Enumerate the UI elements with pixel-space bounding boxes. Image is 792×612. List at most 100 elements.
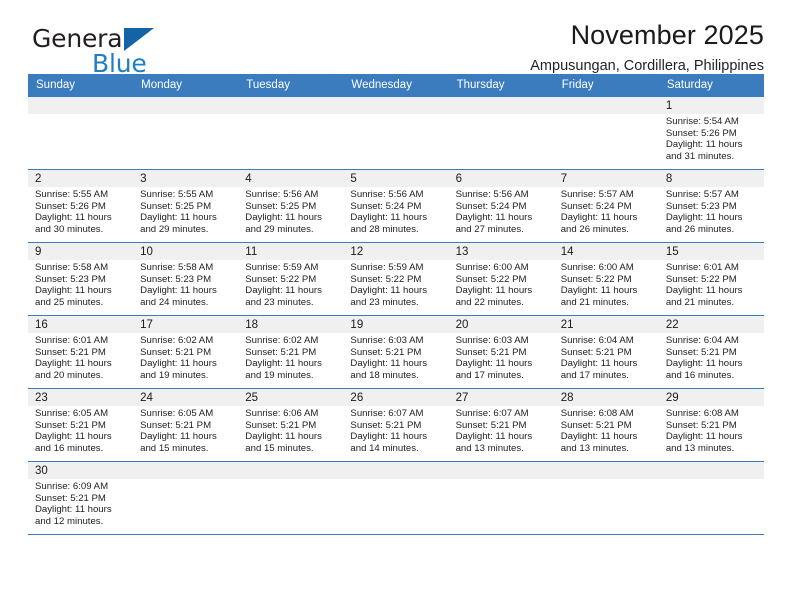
day-cell-inner: 12 Sunrise: 5:59 AM Sunset: 5:22 PM Dayligh… xyxy=(343,243,449,315)
daylight-duration-line2: and 12 minutes. xyxy=(35,515,104,527)
day-number: 6 xyxy=(448,170,554,187)
daylight-duration-line1: Daylight: 11 hours xyxy=(245,285,322,297)
calendar-cell-empty xyxy=(28,96,134,170)
logo-triangle-icon xyxy=(124,28,154,51)
day-number xyxy=(553,97,659,114)
calendar-day-cell[interactable]: 28 Sunrise: 6:08 AM Sunset: 5:21 PM Dayligh… xyxy=(553,388,659,462)
day-number: 4 xyxy=(238,170,344,187)
daylight-duration-line1: Daylight: 11 hours xyxy=(245,212,322,224)
day-cell-inner: 26 Sunrise: 6:07 AM Sunset: 5:21 PM Dayligh… xyxy=(343,389,449,461)
calendar-day-cell[interactable]: 21 Sunrise: 6:04 AM Sunset: 5:21 PM Dayligh… xyxy=(553,315,659,389)
calendar-day-cell[interactable]: 3 Sunrise: 5:55 AM Sunset: 5:25 PM Daylight… xyxy=(133,169,239,243)
day-number: 7 xyxy=(553,170,659,187)
day-cell-inner: 21 Sunrise: 6:04 AM Sunset: 5:21 PM Dayligh… xyxy=(553,316,659,388)
weekday-header-tuesday: Tuesday xyxy=(238,74,344,97)
day-cell-details xyxy=(28,114,133,116)
daylight-duration-line1: Daylight: 11 hours xyxy=(455,285,533,297)
calendar-day-cell[interactable]: 1 Sunrise: 5:54 AM Sunset: 5:26 PM Daylight… xyxy=(658,96,764,170)
day-cell-details xyxy=(238,479,343,481)
day-number xyxy=(238,97,344,114)
daylight-duration-line1: Daylight: 11 hours xyxy=(560,431,638,443)
sunrise-time: Sunrise: 6:03 AM xyxy=(350,335,424,346)
daylight-duration-line1: Daylight: 11 hours xyxy=(665,358,743,370)
calendar-day-cell[interactable]: 9 Sunrise: 5:58 AM Sunset: 5:23 PM Daylight… xyxy=(28,242,134,316)
day-number: 19 xyxy=(343,316,449,333)
day-number xyxy=(238,462,344,479)
calendar-day-cell[interactable]: 12 Sunrise: 5:59 AM Sunset: 5:22 PM Dayligh… xyxy=(343,242,449,316)
day-number xyxy=(343,97,449,114)
calendar-day-cell[interactable]: 17 Sunrise: 6:02 AM Sunset: 5:21 PM Dayligh… xyxy=(133,315,239,389)
calendar-day-cell[interactable]: 10 Sunrise: 5:58 AM Sunset: 5:23 PM Dayligh… xyxy=(133,242,239,316)
day-number: 13 xyxy=(448,243,554,260)
sunrise-time: Sunrise: 6:01 AM xyxy=(35,335,109,346)
day-cell-details: Sunrise: 6:09 AM Sunset: 5:21 PM Daylight:… xyxy=(28,479,133,527)
calendar-day-cell[interactable]: 7 Sunrise: 5:57 AM Sunset: 5:24 PM Daylight… xyxy=(553,169,659,243)
day-number: 25 xyxy=(238,389,344,406)
day-number xyxy=(658,462,764,479)
calendar-cell-empty xyxy=(658,461,764,535)
day-cell-details: Sunrise: 6:02 AM Sunset: 5:21 PM Daylight:… xyxy=(238,333,343,381)
daylight-duration-line1: Daylight: 11 hours xyxy=(665,139,743,151)
daylight-duration-line1: Daylight: 11 hours xyxy=(140,212,217,224)
day-cell-details: Sunrise: 6:08 AM Sunset: 5:21 PM Daylight:… xyxy=(659,406,764,454)
daylight-duration-line1: Daylight: 11 hours xyxy=(560,212,638,224)
page-subtitle: Ampusungan, Cordillera, Philippines xyxy=(530,58,764,74)
day-number: 5 xyxy=(343,170,449,187)
day-cell-inner xyxy=(238,462,344,534)
calendar-day-cell[interactable]: 15 Sunrise: 6:01 AM Sunset: 5:22 PM Dayligh… xyxy=(658,242,764,316)
calendar-day-cell[interactable]: 16 Sunrise: 6:01 AM Sunset: 5:21 PM Dayligh… xyxy=(28,315,134,389)
sunset-time: Sunset: 5:21 PM xyxy=(455,346,527,358)
day-cell-details: Sunrise: 6:00 AM Sunset: 5:22 PM Daylight:… xyxy=(449,260,554,308)
day-number: 10 xyxy=(133,243,239,260)
sunrise-time: Sunrise: 6:02 AM xyxy=(140,335,214,346)
sunrise-time: Sunrise: 5:57 AM xyxy=(560,189,634,200)
day-cell-details: Sunrise: 6:03 AM Sunset: 5:21 PM Daylight:… xyxy=(343,333,448,381)
sunset-time: Sunset: 5:21 PM xyxy=(35,492,106,504)
calendar-day-cell[interactable]: 27 Sunrise: 6:07 AM Sunset: 5:21 PM Dayligh… xyxy=(448,388,554,462)
sunrise-time: Sunrise: 5:56 AM xyxy=(455,189,529,200)
sunset-time: Sunset: 5:21 PM xyxy=(560,346,632,358)
calendar-day-cell[interactable]: 24 Sunrise: 6:05 AM Sunset: 5:21 PM Dayligh… xyxy=(133,388,239,462)
calendar-day-cell[interactable]: 8 Sunrise: 5:57 AM Sunset: 5:23 PM Daylight… xyxy=(658,169,764,243)
calendar-day-cell[interactable]: 5 Sunrise: 5:56 AM Sunset: 5:24 PM Daylight… xyxy=(343,169,449,243)
sunset-time: Sunset: 5:21 PM xyxy=(245,419,317,431)
day-number: 20 xyxy=(448,316,554,333)
calendar-day-cell[interactable]: 13 Sunrise: 6:00 AM Sunset: 5:22 PM Dayligh… xyxy=(448,242,554,316)
day-cell-inner xyxy=(343,462,449,534)
calendar-day-cell[interactable]: 29 Sunrise: 6:08 AM Sunset: 5:21 PM Dayligh… xyxy=(658,388,764,462)
sunrise-time: Sunrise: 6:05 AM xyxy=(35,408,109,419)
daylight-duration-line2: and 26 minutes. xyxy=(560,223,629,235)
calendar-day-cell[interactable]: 4 Sunrise: 5:56 AM Sunset: 5:25 PM Daylight… xyxy=(238,169,344,243)
day-cell-inner: 22 Sunrise: 6:04 AM Sunset: 5:21 PM Dayligh… xyxy=(658,316,764,388)
daylight-duration-line1: Daylight: 11 hours xyxy=(35,285,112,297)
calendar-day-cell[interactable]: 11 Sunrise: 5:59 AM Sunset: 5:22 PM Dayligh… xyxy=(238,242,344,316)
day-cell-inner: 17 Sunrise: 6:02 AM Sunset: 5:21 PM Dayligh… xyxy=(133,316,239,388)
calendar-week-row: 9 Sunrise: 5:58 AM Sunset: 5:23 PM Daylight… xyxy=(28,242,764,316)
calendar-day-cell[interactable]: 23 Sunrise: 6:05 AM Sunset: 5:21 PM Dayligh… xyxy=(28,388,134,462)
calendar-day-cell[interactable]: 18 Sunrise: 6:02 AM Sunset: 5:21 PM Dayligh… xyxy=(238,315,344,389)
day-cell-inner: 18 Sunrise: 6:02 AM Sunset: 5:21 PM Dayligh… xyxy=(238,316,344,388)
day-cell-details xyxy=(133,479,238,481)
daylight-duration-line2: and 27 minutes. xyxy=(455,223,524,235)
calendar-day-cell[interactable]: 19 Sunrise: 6:03 AM Sunset: 5:21 PM Dayligh… xyxy=(343,315,449,389)
calendar-day-cell[interactable]: 30 Sunrise: 6:09 AM Sunset: 5:21 PM Dayligh… xyxy=(28,461,134,535)
daylight-duration-line2: and 23 minutes. xyxy=(245,296,314,308)
calendar-day-cell[interactable]: 6 Sunrise: 5:56 AM Sunset: 5:24 PM Daylight… xyxy=(448,169,554,243)
calendar-day-cell[interactable]: 2 Sunrise: 5:55 AM Sunset: 5:26 PM Daylight… xyxy=(28,169,134,243)
general-blue-logo: General Blue xyxy=(32,26,202,82)
day-number: 18 xyxy=(238,316,344,333)
calendar-day-cell[interactable]: 14 Sunrise: 6:00 AM Sunset: 5:22 PM Dayligh… xyxy=(553,242,659,316)
calendar-day-cell[interactable]: 26 Sunrise: 6:07 AM Sunset: 5:21 PM Dayligh… xyxy=(343,388,449,462)
calendar-week-row: 1 Sunrise: 5:54 AM Sunset: 5:26 PM Daylight… xyxy=(28,96,764,170)
calendar-day-cell[interactable]: 25 Sunrise: 6:06 AM Sunset: 5:21 PM Dayligh… xyxy=(238,388,344,462)
sunrise-time: Sunrise: 6:03 AM xyxy=(455,335,529,346)
day-cell-details xyxy=(554,479,659,481)
sunrise-time: Sunrise: 5:58 AM xyxy=(35,262,109,273)
day-cell-inner: 10 Sunrise: 5:58 AM Sunset: 5:23 PM Dayligh… xyxy=(133,243,239,315)
calendar-day-cell[interactable]: 20 Sunrise: 6:03 AM Sunset: 5:21 PM Dayligh… xyxy=(448,315,554,389)
day-number: 21 xyxy=(553,316,659,333)
day-cell-inner: 6 Sunrise: 5:56 AM Sunset: 5:24 PM Daylight… xyxy=(448,170,554,242)
calendar-day-cell[interactable]: 22 Sunrise: 6:04 AM Sunset: 5:21 PM Dayligh… xyxy=(658,315,764,389)
daylight-duration-line1: Daylight: 11 hours xyxy=(665,431,743,443)
sunrise-time: Sunrise: 5:54 AM xyxy=(665,116,739,127)
